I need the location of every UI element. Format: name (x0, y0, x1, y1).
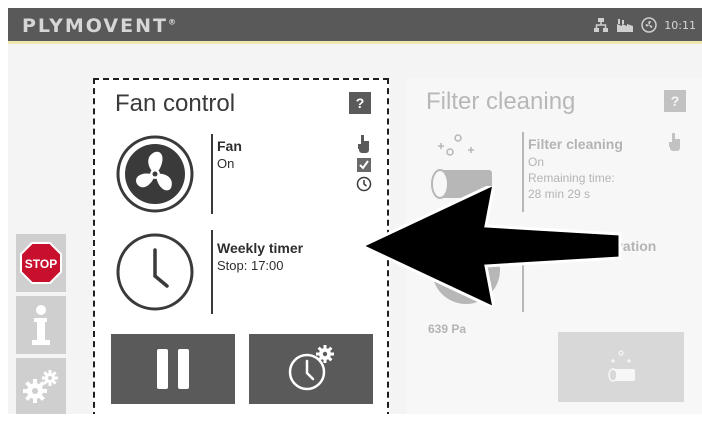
clock-icon[interactable] (113, 230, 197, 314)
factory-icon (617, 19, 634, 32)
pressure-value: 639 Pa (428, 322, 467, 336)
network-icon (594, 18, 609, 32)
hand-touch-icon[interactable] (356, 134, 372, 154)
svg-text:STOP: STOP (25, 257, 57, 271)
filter-cleaning-icon (608, 350, 635, 382)
info-icon (32, 305, 50, 345)
checkbox-icon[interactable] (356, 157, 372, 173)
hand-touch-icon (669, 133, 680, 151)
timer-settings-button[interactable] (249, 334, 373, 404)
stop-icon: STOP (20, 242, 62, 284)
start-cleaning-button (558, 332, 684, 402)
filter-mode-icons (664, 132, 686, 152)
fan-status-icon (641, 17, 658, 33)
help-button[interactable]: ? (664, 90, 686, 112)
fan-status-value: On (217, 156, 235, 171)
filter-cleaning-value: On (528, 155, 545, 169)
brand-logo: PLYMOVENT® (22, 15, 176, 37)
sidebar-item-settings[interactable] (16, 358, 66, 414)
fan-icon[interactable] (113, 132, 197, 216)
weekly-timer-label: Weekly timer (217, 240, 304, 256)
row-divider (211, 134, 213, 214)
gears-icon (23, 370, 58, 403)
sidebar-item-info[interactable] (16, 296, 66, 354)
header-bar: PLYMOVENT® 10:11 (8, 8, 702, 44)
filter-cleaning-title: Filter cleaning (426, 88, 576, 115)
fan-control-title: Fan control (115, 90, 236, 117)
filter-cleaning-label: Filter cleaning (528, 136, 623, 152)
clock-time: 10:11 (664, 18, 696, 32)
remaining-time-label: Remaining time: (528, 171, 615, 185)
row-divider (211, 230, 213, 314)
pause-icon (157, 349, 189, 389)
fan-label: Fan (217, 138, 242, 154)
fan-mode-icons (353, 134, 375, 192)
pause-button[interactable] (111, 334, 235, 404)
timer-settings-icon (288, 345, 334, 391)
pointer-arrow (358, 186, 622, 306)
help-button[interactable]: ? (349, 92, 371, 114)
sidebar-item-stop[interactable]: STOP (16, 234, 66, 292)
status-area: 10:11 (593, 17, 696, 33)
app-frame: PLYMOVENT® 10:11 STOP Fan control ? Fan … (8, 8, 702, 414)
fan-control-card: Fan control ? Fan On Weekly timer Stop: … (93, 78, 389, 414)
weekly-timer-value: Stop: 17:00 (217, 258, 284, 273)
